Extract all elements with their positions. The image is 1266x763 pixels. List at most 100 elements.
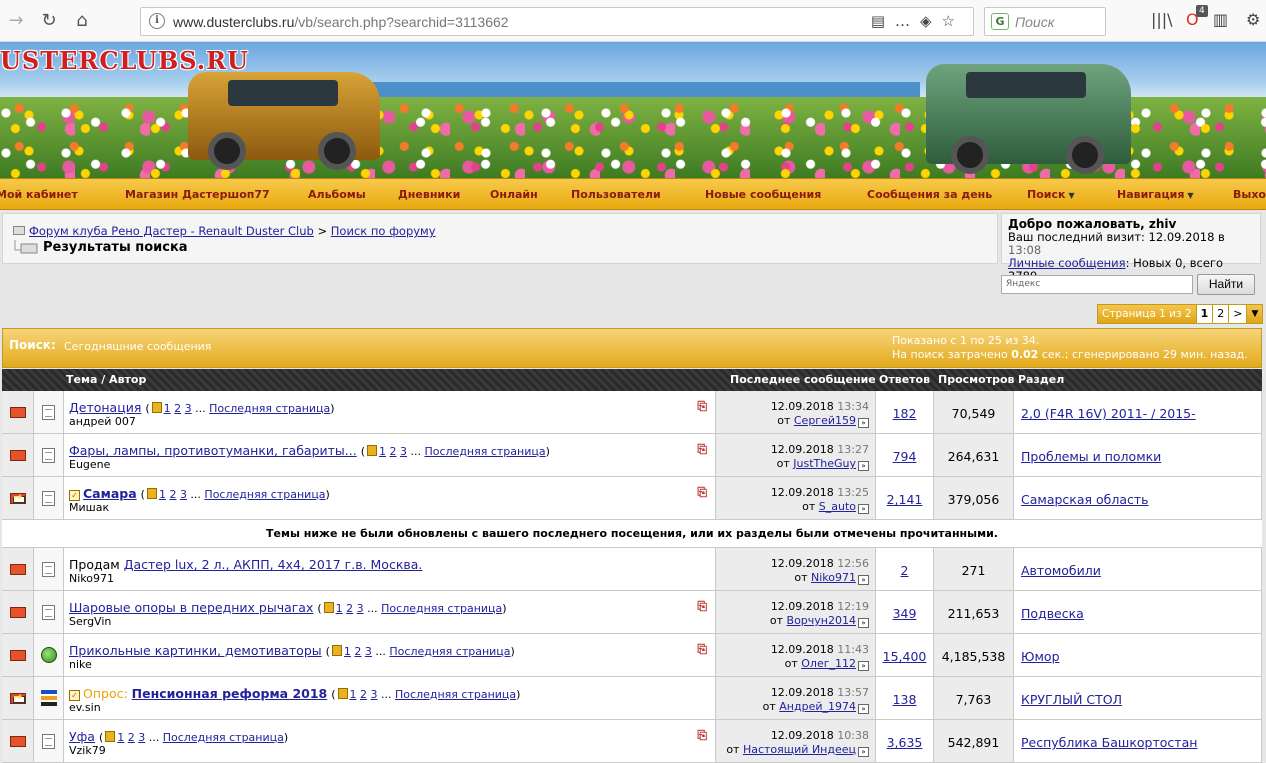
header-views[interactable]: Просмотров: [938, 373, 1014, 386]
last-post-author[interactable]: Андрей_1974: [779, 700, 856, 713]
thread-status-icon[interactable]: [10, 564, 26, 575]
page-link[interactable]: 3: [365, 645, 372, 658]
replies-link[interactable]: 349: [893, 606, 917, 621]
go-to-last-post-icon[interactable]: »: [858, 661, 869, 671]
go-to-last-post-icon[interactable]: »: [858, 575, 869, 585]
thread-title-link[interactable]: Прикольные картинки, демотиваторы: [69, 643, 322, 658]
thread-title-link[interactable]: Самара: [83, 486, 137, 501]
page-link[interactable]: 3: [185, 402, 192, 415]
page-link[interactable]: 1: [159, 488, 166, 501]
forum-link[interactable]: Подвеска: [1021, 606, 1084, 621]
last-page-link[interactable]: Последняя страница: [204, 488, 325, 501]
thread-author[interactable]: Niko971: [69, 572, 114, 585]
last-post-author[interactable]: Настоящий Индеец: [743, 743, 856, 756]
go-to-last-post-icon[interactable]: »: [858, 618, 869, 628]
pagination-next[interactable]: >: [1229, 305, 1248, 323]
new-posts-icon[interactable]: [10, 407, 26, 418]
replies-link[interactable]: 3,635: [887, 735, 923, 750]
menu-users[interactable]: Пользователи: [571, 188, 661, 201]
reload-icon[interactable]: ↻: [37, 9, 61, 33]
page-link[interactable]: 1: [379, 445, 386, 458]
thread-author[interactable]: Мишак: [69, 501, 109, 514]
thread-title-link[interactable]: Детонация: [69, 400, 141, 415]
menu-shop[interactable]: Магазин Дастершоп77: [125, 188, 270, 201]
last-page-link[interactable]: Последняя страница: [424, 445, 545, 458]
page-link[interactable]: 1: [350, 688, 357, 701]
pocket-icon[interactable]: ◈: [920, 12, 942, 30]
page-link[interactable]: 3: [371, 688, 378, 701]
thread-title-link[interactable]: Дастер lux, 2 л., АКПП, 4х4, 2017 г.в. М…: [124, 557, 423, 572]
page-link[interactable]: 2: [389, 445, 396, 458]
menu-new-posts[interactable]: Новые сообщения: [705, 188, 821, 201]
forum-link[interactable]: 2,0 (F4R 16V) 2011- / 2015-: [1021, 406, 1196, 421]
thread-author[interactable]: Eugene: [69, 458, 110, 471]
thread-status-icon[interactable]: [10, 607, 26, 618]
bookmark-star-icon[interactable]: ☆: [942, 12, 965, 30]
menu-albums[interactable]: Альбомы: [308, 188, 366, 201]
thread-title-link[interactable]: Фары, лампы, противотуманки, габариты...: [69, 443, 357, 458]
last-post-author[interactable]: Олег_112: [801, 657, 856, 670]
header-replies[interactable]: Ответов: [879, 373, 930, 386]
page-link[interactable]: 1: [336, 602, 343, 615]
info-icon[interactable]: i: [149, 13, 165, 29]
go-to-last-post-icon[interactable]: »: [858, 704, 869, 714]
home-icon[interactable]: ⌂: [70, 9, 94, 33]
last-page-link[interactable]: Последняя страница: [381, 602, 502, 615]
replies-link[interactable]: 182: [893, 406, 917, 421]
page-link[interactable]: 2: [128, 731, 135, 744]
hot-thread-icon[interactable]: [10, 490, 26, 504]
page-link[interactable]: 3: [180, 488, 187, 501]
search-engine-icon[interactable]: G: [991, 13, 1009, 30]
page-link[interactable]: 1: [117, 731, 124, 744]
addon-icon[interactable]: ⚙: [1246, 10, 1260, 29]
replies-link[interactable]: 794: [893, 449, 917, 464]
forum-link[interactable]: Республика Башкортостан: [1021, 735, 1197, 750]
menu-todays-posts[interactable]: Сообщения за день: [867, 188, 992, 201]
forum-link[interactable]: Проблемы и поломки: [1021, 449, 1161, 464]
last-page-link[interactable]: Последняя страница: [163, 731, 284, 744]
last-post-author[interactable]: S_auto: [819, 500, 856, 513]
menu-search[interactable]: Поиск ▼: [1027, 188, 1075, 201]
private-messages-link[interactable]: Личные сообщения: [1008, 256, 1126, 270]
find-button[interactable]: Найти: [1197, 274, 1255, 295]
thread-title-link[interactable]: Уфа: [69, 729, 95, 744]
thread-author[interactable]: андрей 007: [69, 415, 136, 428]
replies-link[interactable]: 2: [901, 563, 909, 578]
page-link[interactable]: 2: [346, 602, 353, 615]
go-to-last-post-icon[interactable]: »: [858, 504, 869, 514]
header-topic[interactable]: Тема / Автор: [66, 373, 146, 386]
replies-link[interactable]: 15,400: [883, 649, 927, 664]
page-link[interactable]: 3: [400, 445, 407, 458]
menu-my-cabinet[interactable]: Мой кабинет: [0, 188, 78, 201]
page-link[interactable]: 2: [354, 645, 361, 658]
last-post-author[interactable]: Сергей159: [794, 414, 856, 427]
header-forum[interactable]: Раздел: [1018, 373, 1064, 386]
last-post-author[interactable]: JustTheGuy: [793, 457, 856, 470]
forum-link[interactable]: Юмор: [1021, 649, 1060, 664]
sync-icon[interactable]: ▥: [1213, 10, 1228, 29]
thread-author[interactable]: ev.sin: [69, 701, 101, 714]
thread-author[interactable]: Vzik79: [69, 744, 106, 757]
yandex-search-input[interactable]: Яндекс: [1001, 275, 1193, 294]
thread-status-icon[interactable]: [10, 736, 26, 747]
menu-navigation[interactable]: Навигация ▼: [1117, 188, 1194, 201]
breadcrumb-search-link[interactable]: Поиск по форуму: [331, 224, 436, 238]
forum-link[interactable]: Автомобили: [1021, 563, 1101, 578]
last-page-link[interactable]: Последняя страница: [395, 688, 516, 701]
browser-search-box[interactable]: G Поиск: [984, 7, 1106, 36]
page-link[interactable]: 2: [360, 688, 367, 701]
menu-online[interactable]: Онлайн: [490, 188, 538, 201]
go-to-last-post-icon[interactable]: »: [858, 747, 869, 757]
header-last-post[interactable]: Последнее сообщение: [730, 373, 876, 386]
last-post-author[interactable]: Niko971: [811, 571, 856, 584]
breadcrumb-forum-link[interactable]: Форум клуба Рено Дастер - Renault Duster…: [29, 224, 314, 238]
menu-logout[interactable]: Выход: [1233, 188, 1266, 201]
replies-link[interactable]: 2,141: [887, 492, 923, 507]
thread-author[interactable]: SergVin: [69, 615, 111, 628]
new-posts-icon[interactable]: [10, 450, 26, 461]
forum-link[interactable]: Самарская область: [1021, 492, 1149, 507]
page-link[interactable]: 1: [344, 645, 351, 658]
pagination-page-2[interactable]: 2: [1213, 305, 1230, 323]
back-arrow-icon[interactable]: →: [4, 9, 28, 33]
last-page-link[interactable]: Последняя страница: [209, 402, 330, 415]
